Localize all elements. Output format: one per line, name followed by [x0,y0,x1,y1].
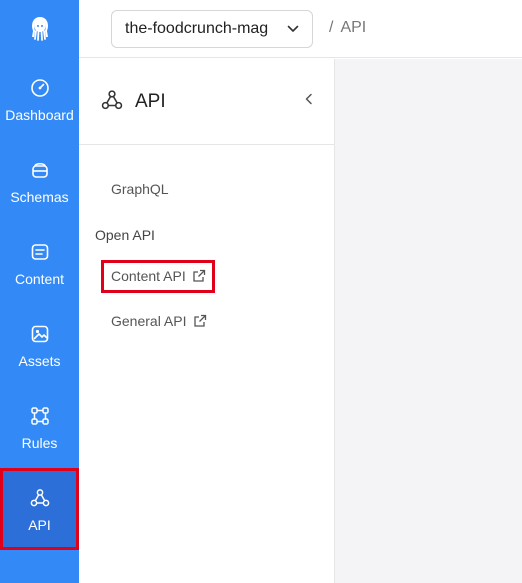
nav-rules-label: Rules [21,434,58,451]
chevron-down-icon [286,22,300,41]
dashboard-icon [28,76,52,100]
top-bar: the-foodcrunch-mag / API [79,0,522,58]
app-selector-value: the-foodcrunch-mag [125,20,269,37]
content-icon [28,240,52,264]
nav-schemas[interactable]: Schemas [0,140,79,222]
nav-assets[interactable]: Assets [0,304,79,386]
nav-assets-label: Assets [18,352,61,369]
graphql-link[interactable]: GraphQL [111,181,169,197]
content-api-link[interactable]: Content API [101,260,215,293]
nav-content-label: Content [14,270,65,287]
api-panel: API GraphQL Open API Content API General… [79,59,335,583]
nav-api[interactable]: API [0,468,79,550]
external-link-icon [193,314,207,328]
squidex-logo-icon[interactable] [0,0,79,58]
schemas-icon [28,158,52,182]
open-api-group-label: Open API [95,227,155,243]
breadcrumb: / API [329,19,366,37]
panel-header: API [79,59,335,145]
api-icon [28,486,52,510]
external-link-icon [192,269,206,283]
graphql-label: GraphQL [111,181,169,197]
panel-title: API [135,91,166,112]
content-api-label: Content API [111,268,186,284]
breadcrumb-current: API [340,19,367,36]
general-api-link[interactable]: General API [111,313,207,329]
nav-schemas-label: Schemas [10,188,69,205]
nav-dashboard[interactable]: Dashboard [0,58,79,140]
nav-content[interactable]: Content [0,222,79,304]
collapse-panel-button[interactable] [303,92,315,111]
rules-icon [28,404,52,428]
assets-icon [28,322,52,346]
nav-api-label: API [28,516,51,533]
app-selector-dropdown[interactable]: the-foodcrunch-mag [111,10,313,48]
breadcrumb-separator: / [329,19,334,36]
main-content-area [335,59,522,583]
nav-dashboard-label: Dashboard [5,106,74,123]
nav-rules[interactable]: Rules [0,386,79,468]
general-api-label: General API [111,313,187,329]
api-icon [101,89,123,116]
main-sidebar: Dashboard Schemas Content Assets Rules A… [0,0,79,583]
